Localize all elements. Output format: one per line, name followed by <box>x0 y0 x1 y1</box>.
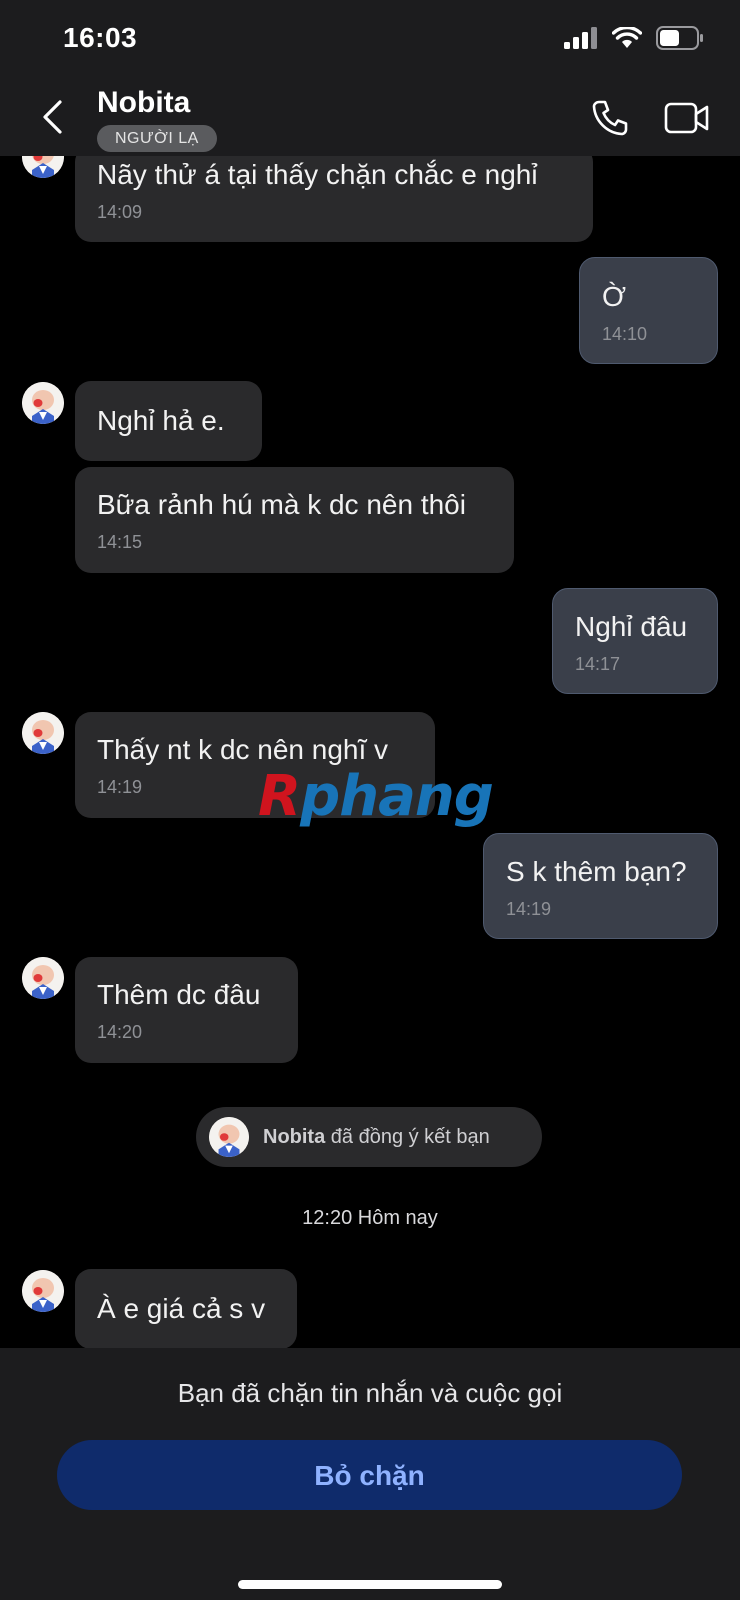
message-bubble-incoming[interactable]: À e giá cả s v <box>75 1269 297 1348</box>
avatar-cartoon-icon <box>209 1117 249 1157</box>
status-bar: 16:03 <box>0 0 740 80</box>
message-bubble-incoming[interactable]: Thấy nt k dc nên nghĩ v 14:19 <box>75 712 435 818</box>
contact-avatar-small <box>209 1117 249 1157</box>
avatar-cartoon-icon <box>22 1270 64 1312</box>
contact-avatar[interactable] <box>22 156 64 178</box>
blocked-notice: Bạn đã chặn tin nhắn và cuộc gọi <box>177 1378 563 1408</box>
message-list[interactable]: Nãy thử á tại thấy chặn chắc e nghỉ 14:0… <box>0 156 740 1348</box>
friend-name: Nobita <box>263 1125 326 1148</box>
message-time: 14:17 <box>575 654 621 674</box>
status-time: 16:03 <box>63 22 138 53</box>
message-bubble-outgoing[interactable]: Nghỉ đâu 14:17 <box>552 588 718 694</box>
message-text: Ờ <box>602 281 627 312</box>
message-text: Thấy nt k dc nên nghĩ v <box>97 734 389 765</box>
message-bubble-incoming[interactable]: Thêm dc đâu 14:20 <box>75 957 298 1063</box>
message-bubble-incoming[interactable]: Nghỉ hả e. <box>75 381 262 461</box>
contact-avatar[interactable] <box>22 712 64 754</box>
message-text: Nghỉ đâu <box>575 611 688 642</box>
battery-icon <box>656 26 703 50</box>
avatar-cartoon-icon <box>22 382 64 424</box>
message-text: Thêm dc đâu <box>97 979 261 1010</box>
contact-avatar[interactable] <box>22 957 64 999</box>
chevron-left-icon <box>43 100 62 134</box>
video-camera-icon <box>664 102 709 134</box>
message-bubble-outgoing[interactable]: S k thêm bạn? 14:19 <box>483 833 718 939</box>
message-time: 14:15 <box>97 532 143 552</box>
message-time: 14:10 <box>602 324 648 344</box>
call-button[interactable] <box>588 96 632 140</box>
blocked-footer: Bạn đã chặn tin nhắn và cuộc gọi Bỏ chặn <box>0 1348 740 1600</box>
wifi-icon <box>612 27 642 48</box>
message-text: Bữa rảnh hú mà k dc nên thôi <box>97 489 466 520</box>
date-separator: 12:20 Hôm nay <box>302 1207 438 1229</box>
message-time: 14:09 <box>97 202 143 222</box>
avatar-cartoon-icon <box>22 957 64 999</box>
unblock-button[interactable]: Bỏ chặn <box>57 1440 682 1510</box>
contact-avatar[interactable] <box>22 382 64 424</box>
message-bubble-outgoing[interactable]: Ờ 14:10 <box>579 257 718 364</box>
message-text: Nghỉ hả e. <box>97 405 225 436</box>
status-icons <box>564 26 704 50</box>
video-call-button[interactable] <box>662 98 712 138</box>
message-time: 14:20 <box>97 1022 143 1042</box>
friend-accepted-notice: Nobita đã đồng ý kết bạn <box>196 1107 542 1167</box>
home-indicator[interactable] <box>238 1580 502 1589</box>
cellular-signal-icon <box>564 27 597 49</box>
message-time: 14:19 <box>97 777 143 797</box>
message-time: 14:19 <box>506 899 552 919</box>
message-text: S k thêm bạn? <box>506 856 687 887</box>
friend-accepted-text: Nobita đã đồng ý kết bạn <box>263 1126 490 1149</box>
back-button[interactable] <box>32 94 72 140</box>
friend-accepted-suffix: đã đồng ý kết bạn <box>325 1125 490 1148</box>
message-bubble-incoming[interactable]: Nãy thử á tại thấy chặn chắc e nghỉ 14:0… <box>75 156 593 242</box>
message-bubble-incoming[interactable]: Bữa rảnh hú mà k dc nên thôi 14:15 <box>75 467 514 573</box>
message-text: Nãy thử á tại thấy chặn chắc e nghỉ <box>97 159 538 190</box>
phone-icon <box>592 100 628 136</box>
contact-name[interactable]: Nobita <box>97 86 190 120</box>
avatar-cartoon-icon <box>22 712 64 754</box>
contact-avatar[interactable] <box>22 1270 64 1312</box>
avatar-cartoon-icon <box>22 156 64 178</box>
chat-header: Nobita NGƯỜI LẠ <box>0 80 740 156</box>
stranger-badge: NGƯỜI LẠ <box>97 125 217 152</box>
message-text: À e giá cả s v <box>97 1293 266 1324</box>
